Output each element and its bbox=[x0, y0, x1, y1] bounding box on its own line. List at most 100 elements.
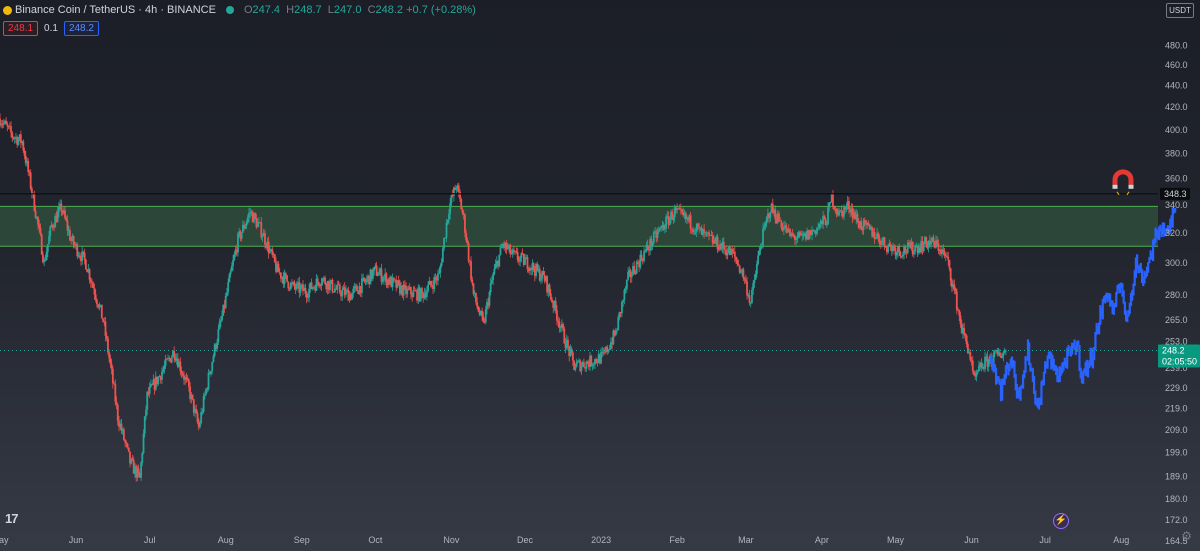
y-tick-label: 209.0 bbox=[1165, 425, 1188, 435]
candle bbox=[283, 269, 286, 288]
ask-price-badge[interactable]: 248.2 bbox=[63, 21, 99, 36]
candle bbox=[286, 275, 288, 283]
candle bbox=[19, 130, 22, 149]
candle bbox=[973, 370, 975, 376]
resistance-price-tag[interactable]: 348.3 bbox=[1160, 187, 1190, 200]
chart-header: Binance Coin / TetherUS · 4h · BINANCE O… bbox=[0, 0, 476, 20]
candle bbox=[511, 247, 514, 258]
candle bbox=[324, 275, 326, 286]
candle bbox=[412, 286, 415, 298]
y-tick-label: 300.0 bbox=[1165, 258, 1188, 268]
candle bbox=[627, 267, 629, 281]
candle bbox=[542, 266, 545, 276]
candle bbox=[5, 116, 8, 125]
candle bbox=[363, 277, 366, 284]
candle bbox=[433, 274, 436, 293]
y-tick-label: 265.0 bbox=[1165, 315, 1188, 325]
candle bbox=[639, 250, 642, 270]
bnb-coin-icon bbox=[3, 5, 12, 15]
bid-price-badge[interactable]: 248.1 bbox=[3, 21, 39, 36]
candle bbox=[336, 280, 339, 294]
candle bbox=[195, 404, 198, 415]
candle bbox=[1, 119, 4, 129]
symbol-title[interactable]: Binance Coin / TetherUS · 4h · BINANCE bbox=[15, 4, 216, 16]
candle bbox=[410, 286, 412, 300]
y-tick-label: 340.0 bbox=[1165, 200, 1188, 210]
y-tick-label: 172.0 bbox=[1165, 515, 1188, 525]
gear-icon[interactable]: ⚙ bbox=[1181, 529, 1192, 543]
candle bbox=[470, 256, 472, 282]
svg-text:248.2: 248.2 bbox=[1162, 346, 1185, 356]
candle bbox=[996, 348, 999, 357]
candle bbox=[380, 263, 383, 286]
x-tick-label: Jun bbox=[69, 535, 84, 545]
magnet-icon[interactable] bbox=[1112, 169, 1134, 196]
candle bbox=[558, 317, 561, 333]
candle bbox=[498, 254, 501, 268]
candle bbox=[338, 282, 341, 295]
candle bbox=[402, 280, 405, 301]
candle bbox=[895, 251, 898, 260]
candle bbox=[625, 279, 628, 293]
candle bbox=[185, 372, 188, 383]
x-tick-label: Nov bbox=[443, 535, 460, 545]
svg-text:02:05:50: 02:05:50 bbox=[1162, 357, 1197, 367]
candle bbox=[27, 158, 30, 176]
candle bbox=[621, 300, 623, 318]
y-tick-label: 320.0 bbox=[1165, 228, 1188, 238]
x-tick-label: Aug bbox=[218, 535, 234, 545]
candle bbox=[302, 280, 304, 296]
x-tick-label: Mar bbox=[738, 535, 754, 545]
candle bbox=[237, 232, 239, 257]
candle bbox=[529, 265, 531, 275]
candle bbox=[563, 326, 566, 344]
candle bbox=[98, 302, 101, 311]
x-tick-label: Jul bbox=[144, 535, 156, 545]
svg-text:348.3: 348.3 bbox=[1164, 189, 1187, 199]
y-tick-label: 180.0 bbox=[1165, 494, 1188, 504]
candle bbox=[472, 283, 475, 297]
candle bbox=[287, 281, 290, 292]
candle bbox=[953, 279, 956, 295]
x-tick-label: 2023 bbox=[591, 535, 611, 545]
lightning-icon[interactable]: ⚡ bbox=[1053, 513, 1069, 529]
x-tick-label: Feb bbox=[669, 535, 685, 545]
y-tick-label: 420.0 bbox=[1165, 102, 1188, 112]
candle bbox=[331, 277, 334, 294]
candle bbox=[107, 336, 109, 356]
candle bbox=[277, 260, 280, 273]
candle bbox=[941, 245, 944, 259]
candle bbox=[652, 230, 655, 245]
y-tick-label: 460.0 bbox=[1165, 60, 1188, 70]
candle bbox=[602, 348, 605, 356]
supply-zone[interactable] bbox=[0, 206, 1158, 247]
candle bbox=[40, 233, 43, 255]
candle bbox=[271, 246, 274, 258]
current-price-tag[interactable]: 248.202:05:50 bbox=[1158, 344, 1200, 368]
candle bbox=[899, 250, 902, 259]
indicator-legend: 248.1 0.1 248.2 bbox=[3, 21, 99, 36]
price-chart[interactable]: 164.5172.0180.0189.0199.0209.0219.0229.0… bbox=[0, 0, 1200, 551]
candle bbox=[200, 407, 203, 425]
candle bbox=[149, 379, 152, 388]
x-tick-label: May bbox=[887, 535, 905, 545]
candle bbox=[978, 360, 980, 372]
candle bbox=[509, 243, 512, 258]
candle bbox=[315, 274, 318, 291]
ohlc-values: O247.4 H248.7 L247.0 C248.2 +0.7 (+0.28%… bbox=[243, 4, 476, 16]
candle bbox=[375, 261, 378, 277]
candle bbox=[207, 369, 210, 392]
candle bbox=[651, 241, 654, 251]
candle bbox=[2, 119, 5, 128]
candle bbox=[84, 258, 87, 270]
currency-selector[interactable]: USDT bbox=[1166, 3, 1194, 18]
candle bbox=[987, 359, 990, 372]
candle bbox=[413, 285, 416, 292]
x-tick-label: May bbox=[0, 535, 9, 545]
candle bbox=[583, 358, 585, 368]
candle bbox=[883, 237, 886, 251]
candle bbox=[429, 280, 432, 288]
candle bbox=[725, 245, 728, 259]
x-tick-label: Dec bbox=[517, 535, 534, 545]
tradingview-logo[interactable]: 17 bbox=[5, 511, 19, 526]
